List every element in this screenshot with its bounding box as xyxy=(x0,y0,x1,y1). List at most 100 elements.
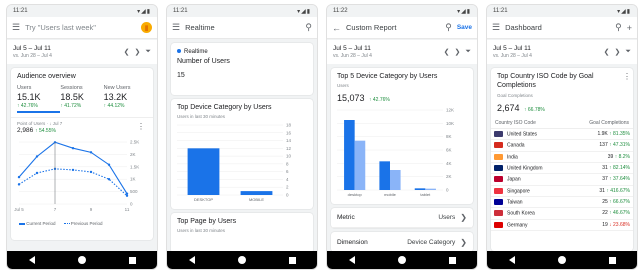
y-tick-label: 10K xyxy=(446,121,454,126)
country-cell: Taiwan xyxy=(491,196,575,209)
flag-icon xyxy=(494,198,503,205)
home-icon[interactable] xyxy=(397,256,406,264)
top-device-card: Top Device Category by Users Users in la… xyxy=(171,99,313,209)
recents-icon[interactable] xyxy=(128,256,136,264)
save-button[interactable]: Save xyxy=(457,24,472,31)
status-time: 11:21 xyxy=(13,8,28,14)
menu-icon[interactable]: ☰ xyxy=(492,22,500,33)
next-period-icon[interactable]: ❯ xyxy=(615,48,621,56)
search-icon[interactable]: ⚲ xyxy=(615,22,622,33)
date-range[interactable]: Jul 5 – Jul 11 xyxy=(13,45,119,52)
recents-icon[interactable] xyxy=(608,256,616,264)
app-bar: ☰ Realtime ⚲ xyxy=(167,17,317,39)
country-table: United States 1.9K ↑ 81.35% Canada 137 ↑ 47… xyxy=(491,129,633,231)
previous-point xyxy=(89,170,93,174)
current-point xyxy=(107,163,111,166)
country-name: United States xyxy=(507,131,538,138)
bar xyxy=(187,148,220,195)
back-icon[interactable] xyxy=(348,256,355,264)
android-nav-bar xyxy=(327,251,477,269)
users-label: Number of Users xyxy=(177,58,230,65)
country-cell: South Korea xyxy=(491,207,575,220)
menu-icon[interactable]: ☰ xyxy=(12,22,20,33)
home-icon[interactable] xyxy=(557,256,566,264)
android-nav-bar xyxy=(487,251,637,269)
back-icon[interactable] xyxy=(188,256,195,264)
add-icon[interactable]: + xyxy=(627,23,632,33)
goal-change: ↓ 23.68% xyxy=(609,221,630,228)
y-tick-label: 8 xyxy=(286,161,289,166)
y-tick-label: 2 xyxy=(286,185,289,190)
y-tick-label: 2K xyxy=(130,152,136,157)
y-tick-label: 1K xyxy=(130,177,136,182)
menu-icon[interactable]: ☰ xyxy=(172,22,180,33)
table-row[interactable]: Canada 137 ↑ 47.31% xyxy=(491,139,633,152)
prev-period-icon[interactable]: ❮ xyxy=(604,48,610,56)
table-row[interactable]: Japan 37 ↑ 37.64% xyxy=(491,173,633,186)
goal-label: Goal Completions xyxy=(497,93,533,98)
table-row[interactable]: Singapore 31 ↑ 416.67% xyxy=(491,185,633,197)
prev-period-icon[interactable]: ❮ xyxy=(444,48,450,56)
table-row[interactable]: India 39 ↑ 8.2% xyxy=(491,151,633,163)
date-range[interactable]: Jul 5 – Jul 11 xyxy=(493,45,599,52)
country-name: Taiwan xyxy=(507,199,523,206)
recents-icon[interactable] xyxy=(448,256,456,264)
date-range[interactable]: Jul 5 – Jul 11 xyxy=(333,45,439,52)
next-period-icon[interactable]: ❯ xyxy=(455,48,461,56)
metric-value: 15.1K xyxy=(17,92,41,102)
previous-point xyxy=(17,183,21,186)
legend-current: Current Period xyxy=(19,221,56,226)
table-row[interactable]: Germany 19 ↓ 23.68% xyxy=(491,219,633,231)
status-bar: 11:22 ▾◢▮ xyxy=(327,5,477,17)
col-goals[interactable]: Goal Completions xyxy=(589,120,629,126)
next-period-icon[interactable]: ❯ xyxy=(135,48,141,56)
table-row[interactable]: Taiwan 25 ↑ 66.67% xyxy=(491,196,633,209)
top-country-card: Top Country ISO Code by Goal Completions… xyxy=(491,68,633,251)
dimension-selector[interactable]: Dimension Device Category ❯ xyxy=(331,232,473,252)
metric-new-users[interactable]: New Users 13.2K ↑ 44.12% xyxy=(104,85,147,113)
date-range-bar[interactable]: Jul 5 – Jul 11 vs. Jun 28 – Jul 4 ❮ ❯ ⏷ xyxy=(327,40,477,64)
back-icon[interactable] xyxy=(28,256,35,264)
back-icon[interactable] xyxy=(508,256,515,264)
goal-count: 1.9K xyxy=(597,131,608,138)
search-placeholder[interactable]: Try "Users last week" xyxy=(25,23,136,32)
filter-icon[interactable]: ⏷ xyxy=(145,48,151,56)
country-cell: Germany xyxy=(491,219,575,231)
more-icon[interactable]: ⋮ xyxy=(137,122,145,131)
col-country[interactable]: Country ISO Code xyxy=(495,120,536,126)
home-icon[interactable] xyxy=(237,256,246,264)
top-device-report-card: Top 5 Device Category by Users Users 15,… xyxy=(331,68,473,204)
users-line-chart: 2.5K 2K 1.5K 1K 500 0 Jul 5 7 9 11 xyxy=(14,140,139,213)
flag-icon xyxy=(494,176,503,183)
country-name: South Korea xyxy=(507,210,535,217)
search-icon[interactable]: ⚲ xyxy=(445,22,452,33)
phone-audience-overview: 11:21 ▾◢▮ ☰ Try "Users last week" ▮ Jul … xyxy=(6,4,158,270)
prev-period-icon[interactable]: ❮ xyxy=(124,48,130,56)
back-arrow-icon[interactable]: ← xyxy=(332,23,341,33)
y-tick-label: 14 xyxy=(286,138,292,143)
more-icon[interactable]: ⋮ xyxy=(623,72,631,81)
search-bar[interactable]: ☰ Try "Users last week" ▮ xyxy=(7,17,157,39)
metric-users[interactable]: Users 15.1K ↑ 42.76% xyxy=(17,85,61,113)
previous-point xyxy=(35,171,39,175)
status-time: 11:22 xyxy=(333,8,348,14)
card-title: Top 5 Device Category by Users xyxy=(337,73,438,80)
y-tick-label: 8K xyxy=(446,134,452,139)
recents-icon[interactable] xyxy=(288,256,296,264)
y-tick-label: 0 xyxy=(130,202,133,207)
date-range-bar[interactable]: Jul 5 – Jul 11 vs. Jun 28 – Jul 4 ❮ ❯ ⏷ xyxy=(487,40,637,64)
filter-icon[interactable]: ⏷ xyxy=(465,48,471,56)
compare-range: vs. Jun 28 – Jul 4 xyxy=(13,53,52,59)
table-row[interactable]: United Kingdom 31 ↑ 82.14% xyxy=(491,162,633,175)
metric-selector[interactable]: Metric Users ❯ xyxy=(331,208,473,228)
home-icon[interactable] xyxy=(77,256,86,264)
filter-icon[interactable]: ⏷ xyxy=(625,48,631,56)
table-row[interactable]: South Korea 22 ↑ 46.67% xyxy=(491,207,633,220)
country-cell: United Kingdom xyxy=(491,162,575,175)
chevron-right-icon: ❯ xyxy=(460,237,467,247)
metric-sessions[interactable]: Sessions 18.5K ↑ 41.72% xyxy=(60,85,103,113)
table-row[interactable]: United States 1.9K ↑ 81.35% xyxy=(491,129,633,141)
flag-icon xyxy=(494,221,503,228)
date-range-bar[interactable]: Jul 5 – Jul 11 vs. Jun 28 – Jul 4 ❮ ❯ ⏷ xyxy=(7,40,157,64)
search-icon[interactable]: ⚲ xyxy=(305,22,312,33)
